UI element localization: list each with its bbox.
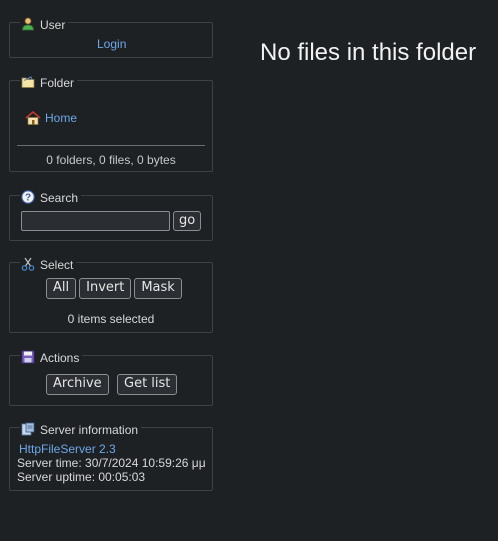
archive-button[interactable]: Archive xyxy=(46,374,109,395)
empty-folder-message: No files in this folder xyxy=(260,39,477,66)
folder-icon xyxy=(21,75,35,89)
user-panel-legend: User xyxy=(20,13,69,32)
search-go-button[interactable]: go xyxy=(173,211,202,231)
folder-panel-legend: Folder xyxy=(20,71,78,90)
actions-panel-legend: Actions xyxy=(20,346,83,365)
server-version-link[interactable]: HttpFileServer 2.3 xyxy=(19,442,116,456)
home-icon xyxy=(25,110,41,125)
login-link[interactable]: Login xyxy=(97,37,126,51)
folder-divider xyxy=(17,145,205,146)
search-panel: ? Search go xyxy=(9,186,213,241)
search-input[interactable] xyxy=(21,211,170,231)
server-info-panel-legend: Server information xyxy=(20,418,142,437)
folder-panel: Folder Home 0 folders, 0 files, 0 bytes xyxy=(9,71,213,172)
help-icon: ? xyxy=(21,190,35,204)
search-panel-legend: ? Search xyxy=(20,186,82,205)
actions-panel: Actions Archive Get list xyxy=(9,346,213,406)
server-info-panel: Server information HttpFileServer 2.3 Se… xyxy=(9,418,213,491)
server-time: Server time: 30/7/2024 10:59:26 μμ xyxy=(17,456,206,470)
select-all-button[interactable]: All xyxy=(46,278,77,299)
server-icon xyxy=(21,422,35,436)
invert-selection-button[interactable]: Invert xyxy=(79,278,132,299)
svg-text:?: ? xyxy=(25,193,31,204)
home-link-row[interactable]: Home xyxy=(25,110,77,125)
mask-button[interactable]: Mask xyxy=(134,278,182,299)
user-panel-title: User xyxy=(40,18,66,32)
get-list-button[interactable]: Get list xyxy=(117,374,178,395)
search-panel-title: Search xyxy=(40,191,79,205)
user-icon xyxy=(21,17,35,31)
server-info-panel-title: Server information xyxy=(40,423,139,437)
select-panel-title: Select xyxy=(40,258,74,272)
folder-panel-title: Folder xyxy=(40,76,75,90)
selection-status: 0 items selected xyxy=(67,312,155,326)
actions-panel-title: Actions xyxy=(40,351,80,365)
home-link[interactable]: Home xyxy=(45,111,77,125)
select-panel: Select All Invert Mask 0 items selected xyxy=(9,253,213,333)
server-uptime: Server uptime: 00:05:03 xyxy=(17,470,146,484)
scissors-icon xyxy=(21,257,35,271)
folder-stats: 0 folders, 0 files, 0 bytes xyxy=(46,153,176,167)
select-buttons: All Invert Mask xyxy=(46,278,182,299)
select-panel-legend: Select xyxy=(20,253,77,272)
save-icon xyxy=(21,350,35,364)
user-panel: User Login xyxy=(9,13,213,58)
